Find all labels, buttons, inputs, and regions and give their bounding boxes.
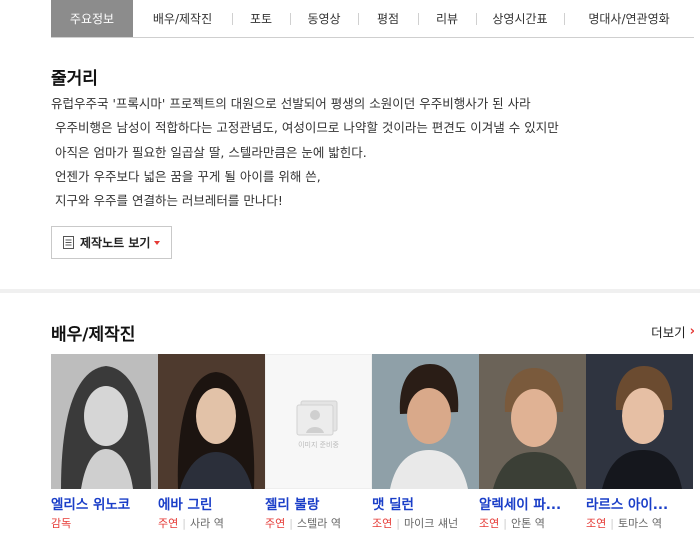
cast-card[interactable]: 이미지 준비중 젤리 불랑 주연 | 스텔라 역 bbox=[265, 354, 372, 535]
person-role: 조연 | 토마스 역 bbox=[586, 517, 662, 530]
role-character: 마이크 섀넌 bbox=[403, 517, 459, 530]
person-role: 감독 bbox=[51, 515, 158, 531]
person-photo bbox=[158, 354, 265, 489]
more-label: 더보기 bbox=[651, 325, 686, 340]
synopsis-line: 언젠가 우주보다 넓은 꿈을 꾸게 될 아이를 위해 쓴, bbox=[55, 168, 321, 184]
synopsis-line: 유럽우주국 '프록시마' 프로젝트의 대원으로 선발되어 평생의 소원이던 우주… bbox=[51, 96, 531, 111]
role-type: 주연 bbox=[265, 517, 286, 530]
person-role: 주연 | 스텔라 역 bbox=[265, 517, 341, 530]
cast-card[interactable]: 맷 딜런 조연 | 마이크 섀넌 bbox=[372, 354, 479, 535]
role-type: 감독 bbox=[51, 517, 72, 530]
synopsis-line: 우주비행은 남성이 적합하다는 고정관념도, 여성이므로 나약할 것이라는 편견… bbox=[55, 120, 559, 136]
synopsis-line: 지구와 우주를 연결하는 러브레터를 만나다! bbox=[55, 193, 283, 209]
person-photo bbox=[479, 354, 586, 489]
tab-main-info[interactable]: 주요정보 bbox=[51, 0, 133, 37]
tab-photo[interactable]: 포토 bbox=[232, 0, 290, 37]
role-type: 조연 bbox=[586, 517, 607, 530]
production-notes-label: 제작노트 보기 bbox=[80, 236, 151, 250]
cast-card[interactable]: 라르스 아이... 조연 | 토마스 역 bbox=[586, 354, 693, 535]
person-name[interactable]: 맷 딜런 bbox=[372, 493, 479, 513]
person-name[interactable]: 젤리 불랑 bbox=[265, 493, 372, 513]
production-notes-button[interactable]: 제작노트 보기 bbox=[51, 226, 172, 259]
tab-rating[interactable]: 평점 bbox=[358, 0, 418, 37]
cast-card[interactable]: 에바 그린 주연 | 사라 역 bbox=[158, 354, 265, 535]
person-role: 조연 | 마이크 섀넌 bbox=[372, 517, 459, 530]
person-photo bbox=[51, 354, 158, 489]
tab-quotes-related[interactable]: 명대사/연관영화 bbox=[564, 0, 694, 37]
role-character: 스텔라 역 bbox=[296, 517, 341, 530]
person-photo bbox=[372, 354, 479, 489]
role-character: 사라 역 bbox=[189, 517, 224, 530]
image-placeholder: 이미지 준비중 bbox=[265, 354, 372, 489]
tab-showtimes[interactable]: 상영시간표 bbox=[476, 0, 564, 37]
tab-bar: 주요정보 배우/제작진 포토 동영상 평점 리뷰 상영시간표 명대사/연관영화 bbox=[51, 0, 694, 38]
person-photo bbox=[586, 354, 693, 489]
role-character: 안톤 역 bbox=[510, 517, 545, 530]
placeholder-text: 이미지 준비중 bbox=[298, 440, 339, 449]
section-divider bbox=[0, 289, 700, 293]
role-type: 조연 bbox=[479, 517, 500, 530]
more-cast-link[interactable]: 더보기 › bbox=[651, 322, 695, 341]
person-name[interactable]: 에바 그린 bbox=[158, 493, 265, 513]
document-icon bbox=[63, 236, 74, 249]
person-name[interactable]: 라르스 아이... bbox=[586, 493, 693, 513]
dropdown-caret-icon bbox=[154, 240, 161, 245]
role-type: 주연 bbox=[158, 517, 179, 530]
role-character: 토마스 역 bbox=[617, 517, 662, 530]
tab-review[interactable]: 리뷰 bbox=[418, 0, 476, 37]
cast-section-title: 배우/제작진 bbox=[51, 325, 136, 345]
synopsis-line: 아직은 엄마가 필요한 일곱살 딸, 스텔라만큼은 눈에 밟힌다. bbox=[55, 144, 367, 160]
cast-list: 엘리스 위노코 감독 에바 그린 주연 | 사라 역 이미지 준비중 젤리 불랑… bbox=[51, 354, 700, 535]
person-role: 조연 | 안톤 역 bbox=[479, 517, 545, 530]
person-name[interactable]: 엘리스 위노코 bbox=[51, 493, 158, 513]
synopsis-text: 유럽우주국 '프록시마' 프로젝트의 대원으로 선발되어 평생의 소원이던 우주… bbox=[51, 92, 691, 213]
tab-cast-crew[interactable]: 배우/제작진 bbox=[133, 0, 232, 37]
cast-card[interactable]: 엘리스 위노코 감독 bbox=[51, 354, 158, 535]
tab-video[interactable]: 동영상 bbox=[290, 0, 358, 37]
person-name[interactable]: 알렉세이 파... bbox=[479, 493, 586, 513]
person-role: 주연 | 사라 역 bbox=[158, 517, 224, 530]
cast-card[interactable]: 알렉세이 파... 조연 | 안톤 역 bbox=[479, 354, 586, 535]
synopsis-title: 줄거리 bbox=[51, 69, 98, 89]
chevron-right-icon: › bbox=[689, 324, 695, 339]
role-type: 조연 bbox=[372, 517, 393, 530]
